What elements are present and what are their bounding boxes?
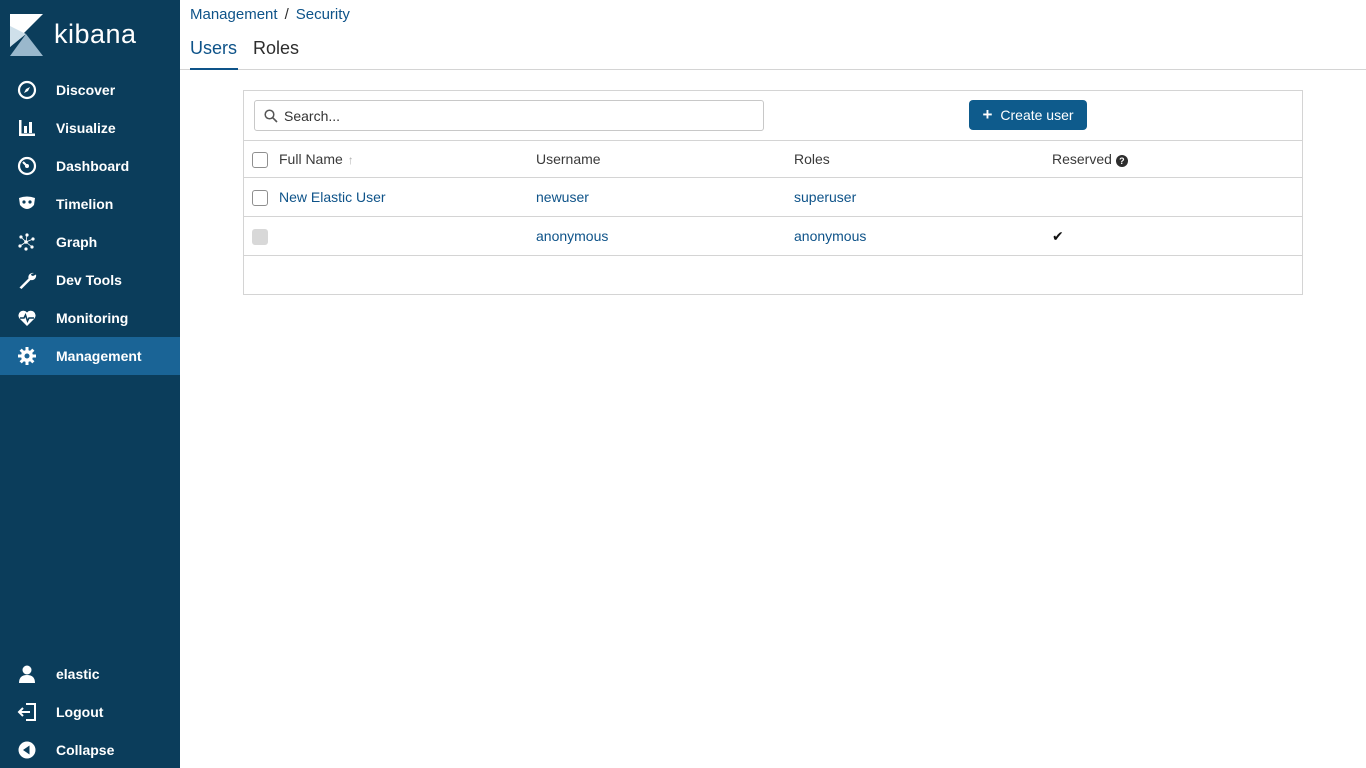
nav-label: Graph bbox=[56, 234, 98, 250]
nav-label: Logout bbox=[56, 704, 104, 720]
nav-label: Discover bbox=[56, 82, 116, 98]
nav-graph[interactable]: Graph bbox=[0, 223, 180, 261]
collapse-left-icon bbox=[16, 739, 38, 761]
bar-chart-icon bbox=[16, 117, 38, 139]
nav-label: Visualize bbox=[56, 120, 116, 136]
user-username-link[interactable]: newuser bbox=[536, 189, 589, 205]
nav-label: Collapse bbox=[56, 742, 115, 758]
nav-label: elastic bbox=[56, 666, 100, 682]
column-header-reserved[interactable]: Reserved? bbox=[1052, 151, 1128, 167]
nav-visualize[interactable]: Visualize bbox=[0, 109, 180, 147]
sidebar: kibana Discover Visualize Dashboard Time… bbox=[0, 0, 180, 768]
sort-arrow-icon: ↑ bbox=[347, 153, 354, 167]
reserved-check-icon: ✔ bbox=[1052, 228, 1064, 244]
select-all-checkbox[interactable] bbox=[252, 152, 268, 168]
nav-monitoring[interactable]: Monitoring bbox=[0, 299, 180, 337]
table-toolbar: + Create user bbox=[244, 91, 1302, 141]
kibana-logo-icon bbox=[10, 14, 43, 56]
breadcrumb-management[interactable]: Management bbox=[190, 6, 278, 23]
graph-network-icon bbox=[16, 231, 38, 253]
nav-label: Monitoring bbox=[56, 310, 129, 326]
search-input[interactable] bbox=[284, 107, 754, 124]
create-user-button[interactable]: + Create user bbox=[969, 100, 1087, 130]
table-row: New Elastic User newuser superuser bbox=[244, 178, 1302, 217]
plus-icon: + bbox=[982, 105, 993, 124]
nav-label: Timelion bbox=[56, 196, 114, 212]
column-header-roles[interactable]: Roles bbox=[794, 151, 830, 167]
dashboard-gauge-icon bbox=[16, 155, 38, 177]
column-header-username[interactable]: Username bbox=[536, 151, 601, 167]
logout-icon bbox=[16, 701, 38, 723]
logo-text: kibana bbox=[54, 18, 137, 49]
nav-collapse[interactable]: Collapse bbox=[0, 731, 180, 768]
main-content: Management / Security Users Roles + Crea… bbox=[180, 0, 1366, 768]
nav-timelion[interactable]: Timelion bbox=[0, 185, 180, 223]
question-circle-icon[interactable]: ? bbox=[1115, 155, 1128, 167]
column-label: Reserved bbox=[1052, 151, 1112, 167]
tab-roles[interactable]: Roles bbox=[253, 36, 299, 70]
breadcrumb: Management / Security bbox=[190, 6, 350, 23]
user-username-link[interactable]: anonymous bbox=[536, 228, 608, 244]
nav-user-elastic[interactable]: elastic bbox=[0, 655, 180, 693]
tab-users[interactable]: Users bbox=[190, 36, 238, 70]
table-row: anonymous anonymous ✔ bbox=[244, 217, 1302, 256]
users-table-panel: + Create user Full Name ↑ Username Roles … bbox=[243, 90, 1303, 295]
wrench-icon bbox=[16, 269, 38, 291]
nav-label: Dev Tools bbox=[56, 272, 122, 288]
nav-logout[interactable]: Logout bbox=[0, 693, 180, 731]
tab-bar: Users Roles bbox=[180, 36, 1366, 70]
user-roles-link[interactable]: anonymous bbox=[794, 228, 866, 244]
user-icon bbox=[16, 663, 38, 685]
nav-management[interactable]: Management bbox=[0, 337, 180, 375]
user-full-name-link[interactable]: New Elastic User bbox=[279, 189, 386, 205]
kibana-logo[interactable]: kibana bbox=[10, 14, 170, 56]
gear-icon bbox=[16, 345, 38, 367]
nav-label: Dashboard bbox=[56, 158, 130, 174]
compass-icon bbox=[16, 79, 38, 101]
search-box bbox=[254, 100, 764, 131]
breadcrumb-security[interactable]: Security bbox=[296, 6, 350, 23]
user-roles-link[interactable]: superuser bbox=[794, 189, 856, 205]
breadcrumb-separator: / bbox=[284, 6, 289, 23]
table-header-row: Full Name ↑ Username Roles Reserved? bbox=[244, 141, 1302, 178]
nav-dev-tools[interactable]: Dev Tools bbox=[0, 261, 180, 299]
row-checkbox[interactable] bbox=[252, 190, 268, 206]
nav-dashboard[interactable]: Dashboard bbox=[0, 147, 180, 185]
nav-label: Management bbox=[56, 348, 142, 364]
column-header-full-name[interactable]: Full Name ↑ bbox=[279, 151, 354, 167]
nav-discover[interactable]: Discover bbox=[0, 71, 180, 109]
row-checkbox-disabled bbox=[252, 229, 268, 245]
search-icon bbox=[264, 108, 278, 123]
timelion-mask-icon bbox=[16, 193, 38, 215]
create-user-label: Create user bbox=[1000, 107, 1074, 123]
heartbeat-icon bbox=[16, 307, 38, 329]
column-label: Full Name bbox=[279, 151, 343, 167]
